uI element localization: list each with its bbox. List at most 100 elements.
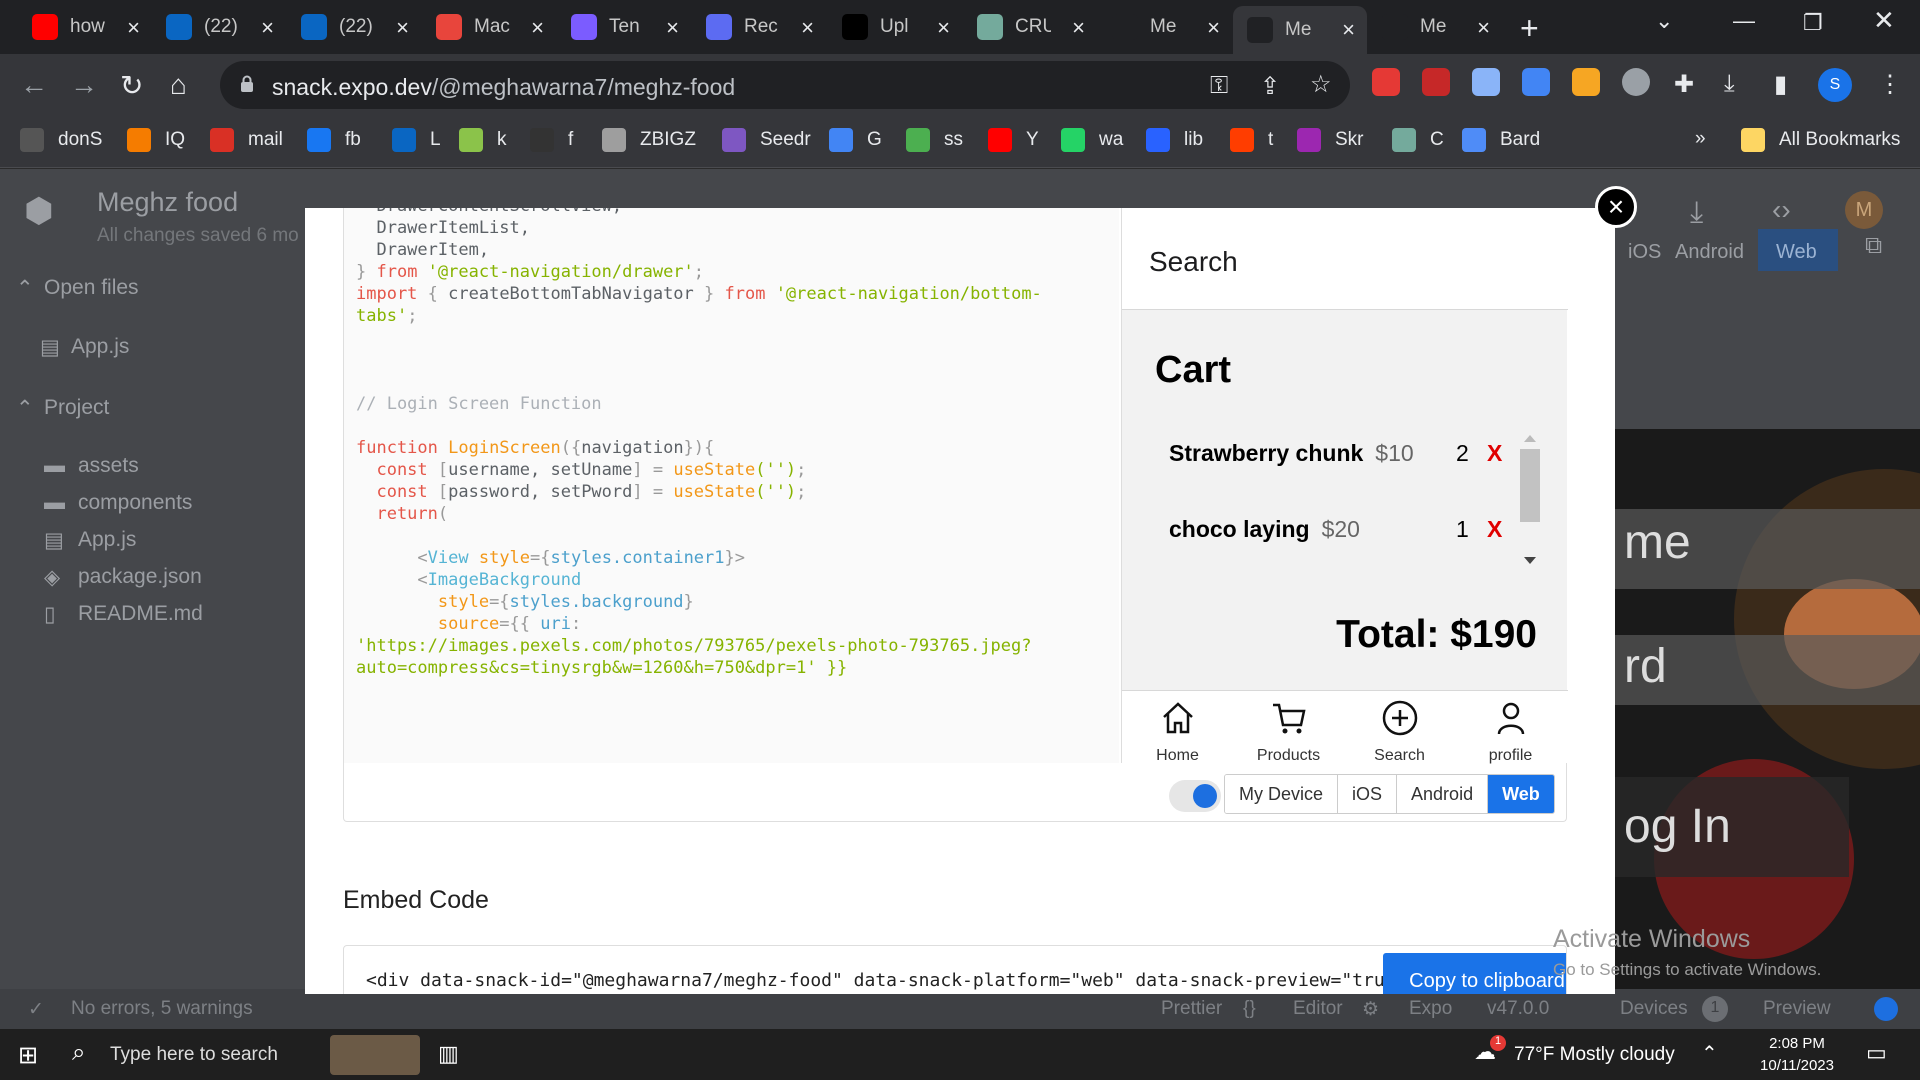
browser-tab[interactable]: Mac × — [422, 8, 556, 46]
weather-text[interactable]: 77°F Mostly cloudy — [1514, 1044, 1675, 1066]
close-tab-icon[interactable]: × — [937, 15, 950, 41]
preview-toggle-switch[interactable] — [1169, 780, 1221, 812]
bookmark-item[interactable]: t — [1230, 128, 1273, 152]
ext-translate-icon[interactable] — [1522, 68, 1550, 96]
embed-code-box[interactable]: <div data-snack-id="@meghawarna7/meghz-f… — [343, 945, 1567, 994]
ext-save-icon[interactable] — [1472, 68, 1500, 96]
forward-button[interactable]: → — [70, 69, 98, 101]
close-modal-button[interactable]: × — [1595, 186, 1637, 228]
side-panel-icon[interactable]: ▮ — [1774, 70, 1787, 99]
browser-tab[interactable]: Upl × — [828, 8, 962, 46]
close-tab-icon[interactable]: × — [801, 15, 814, 41]
task-view-icon[interactable]: ▥ — [438, 1041, 459, 1067]
remove-item-button[interactable]: X — [1487, 440, 1502, 467]
taskbar-search-input[interactable]: Type here to search — [110, 1044, 278, 1066]
browser-tab[interactable]: Me × — [1368, 8, 1502, 46]
tab-search-chevron-icon[interactable]: ⌄ — [1655, 8, 1673, 34]
ext-video-icon[interactable] — [1422, 68, 1450, 96]
close-tab-icon[interactable]: × — [531, 15, 544, 41]
browser-tab[interactable]: CRU × — [963, 8, 1097, 46]
share-icon[interactable]: ⇪ — [1260, 72, 1280, 101]
bookmark-item[interactable]: C — [1392, 128, 1444, 152]
tab-search[interactable]: Search — [1344, 691, 1455, 764]
device-option-web[interactable]: Web — [1488, 775, 1554, 813]
notifications-icon[interactable]: ▭ — [1866, 1040, 1887, 1066]
menu-kebab-icon[interactable]: ⋮ — [1878, 70, 1902, 99]
gear-icon[interactable]: ⚙ — [1362, 998, 1379, 1021]
project-title[interactable]: Meghz food — [97, 187, 238, 218]
project-file-item[interactable]: assets — [78, 454, 139, 478]
close-tab-icon[interactable]: × — [1477, 15, 1490, 41]
bookmark-star-icon[interactable]: ☆ — [1310, 70, 1332, 99]
user-avatar[interactable]: M — [1845, 191, 1883, 229]
search-icon[interactable]: ⌕ — [72, 1039, 85, 1067]
embed-code-icon[interactable]: ‹› — [1772, 194, 1791, 226]
bookmark-item[interactable]: L — [392, 128, 441, 152]
address-bar[interactable]: snack.expo.dev/@meghawarna7/meghz-food ⚿… — [220, 61, 1350, 109]
back-button[interactable]: ← — [20, 69, 48, 101]
close-tab-icon[interactable]: × — [396, 15, 409, 41]
prettier-label[interactable]: Prettier — [1161, 998, 1222, 1020]
preview-toggle[interactable] — [1874, 997, 1898, 1021]
platform-tab-android[interactable]: Android — [1675, 241, 1744, 264]
open-files-chevron-icon[interactable]: ⌃ — [16, 276, 34, 301]
project-file-item[interactable]: README.md — [78, 602, 203, 626]
scroll-up-arrow-icon[interactable] — [1524, 435, 1536, 442]
project-chevron-icon[interactable]: ⌃ — [16, 396, 34, 421]
browser-tab[interactable]: Ten × — [557, 8, 691, 46]
bookmark-item[interactable]: lib — [1146, 128, 1203, 152]
bookmark-item[interactable]: ss — [906, 128, 963, 152]
browser-tab[interactable]: (22) × — [287, 8, 421, 46]
browser-tab[interactable]: Me × — [1233, 6, 1367, 54]
preview-label[interactable]: Preview — [1763, 998, 1831, 1020]
new-tab-button[interactable]: + — [1520, 10, 1539, 47]
windows-start-icon[interactable]: ⊞ — [18, 1041, 38, 1070]
sdk-version[interactable]: v47.0.0 — [1487, 998, 1549, 1020]
key-icon[interactable]: ⚿ — [1210, 72, 1228, 100]
cart-scrollbar[interactable] — [1517, 433, 1540, 568]
downloads-icon[interactable]: ⤓ — [1724, 70, 1735, 98]
ext-orange-icon[interactable] — [1572, 68, 1600, 96]
tray-chevron-icon[interactable]: ⌃ — [1701, 1041, 1718, 1066]
profile-avatar[interactable]: S — [1818, 68, 1852, 102]
browser-tab[interactable]: Rec × — [692, 8, 826, 46]
clock-date[interactable]: 10/11/2023 — [1748, 1057, 1846, 1074]
close-tab-icon[interactable]: × — [1342, 17, 1355, 43]
browser-tab[interactable]: how × — [18, 8, 152, 46]
bookmark-item[interactable]: Skr — [1297, 128, 1364, 152]
project-header[interactable]: Project — [44, 396, 109, 420]
bookmark-item[interactable]: f — [530, 128, 573, 152]
close-tab-icon[interactable]: × — [127, 15, 140, 41]
device-option-android[interactable]: Android — [1397, 775, 1489, 813]
home-button[interactable]: ⌂ — [170, 69, 187, 101]
close-tab-icon[interactable]: × — [1072, 15, 1085, 41]
browser-tab[interactable]: (22) × — [152, 8, 286, 46]
device-option-ios[interactable]: iOS — [1338, 775, 1398, 813]
minimize-button[interactable]: — — [1733, 8, 1755, 34]
bookmark-item[interactable]: donS — [20, 128, 102, 152]
status-problems[interactable]: No errors, 5 warnings — [71, 998, 253, 1020]
browser-tab[interactable]: Me × — [1098, 8, 1232, 46]
ext-adblock-icon[interactable] — [1372, 68, 1400, 96]
copy-to-clipboard-button[interactable]: Copy to clipboard — [1383, 953, 1566, 994]
editor-label[interactable]: Editor — [1293, 998, 1343, 1020]
open-files-header[interactable]: Open files — [44, 276, 139, 300]
bookmark-item[interactable]: fb — [307, 128, 361, 152]
open-external-icon[interactable]: ⧉ — [1865, 232, 1882, 260]
project-file-item[interactable]: package.json — [78, 565, 202, 589]
devices-label[interactable]: Devices — [1620, 998, 1688, 1020]
close-tab-icon[interactable]: × — [666, 15, 679, 41]
bookmark-item[interactable]: mail — [210, 128, 283, 152]
expo-label[interactable]: Expo — [1409, 998, 1452, 1020]
braces-icon[interactable]: {} — [1243, 998, 1256, 1020]
reload-button[interactable]: ↻ — [120, 69, 143, 102]
platform-tab-ios[interactable]: iOS — [1628, 241, 1661, 264]
bookmark-item[interactable]: IQ — [127, 128, 185, 152]
extensions-puzzle-icon[interactable]: ✚ — [1674, 70, 1694, 99]
download-icon[interactable]: ⤓ — [1690, 196, 1703, 230]
all-bookmarks[interactable]: All Bookmarks — [1741, 128, 1900, 152]
clock-time[interactable]: 2:08 PM — [1748, 1035, 1846, 1052]
bookmark-item[interactable]: Y — [988, 128, 1039, 152]
bookmarks-overflow-chevron-icon[interactable]: » — [1695, 128, 1706, 150]
bookmark-item[interactable]: G — [829, 128, 882, 152]
